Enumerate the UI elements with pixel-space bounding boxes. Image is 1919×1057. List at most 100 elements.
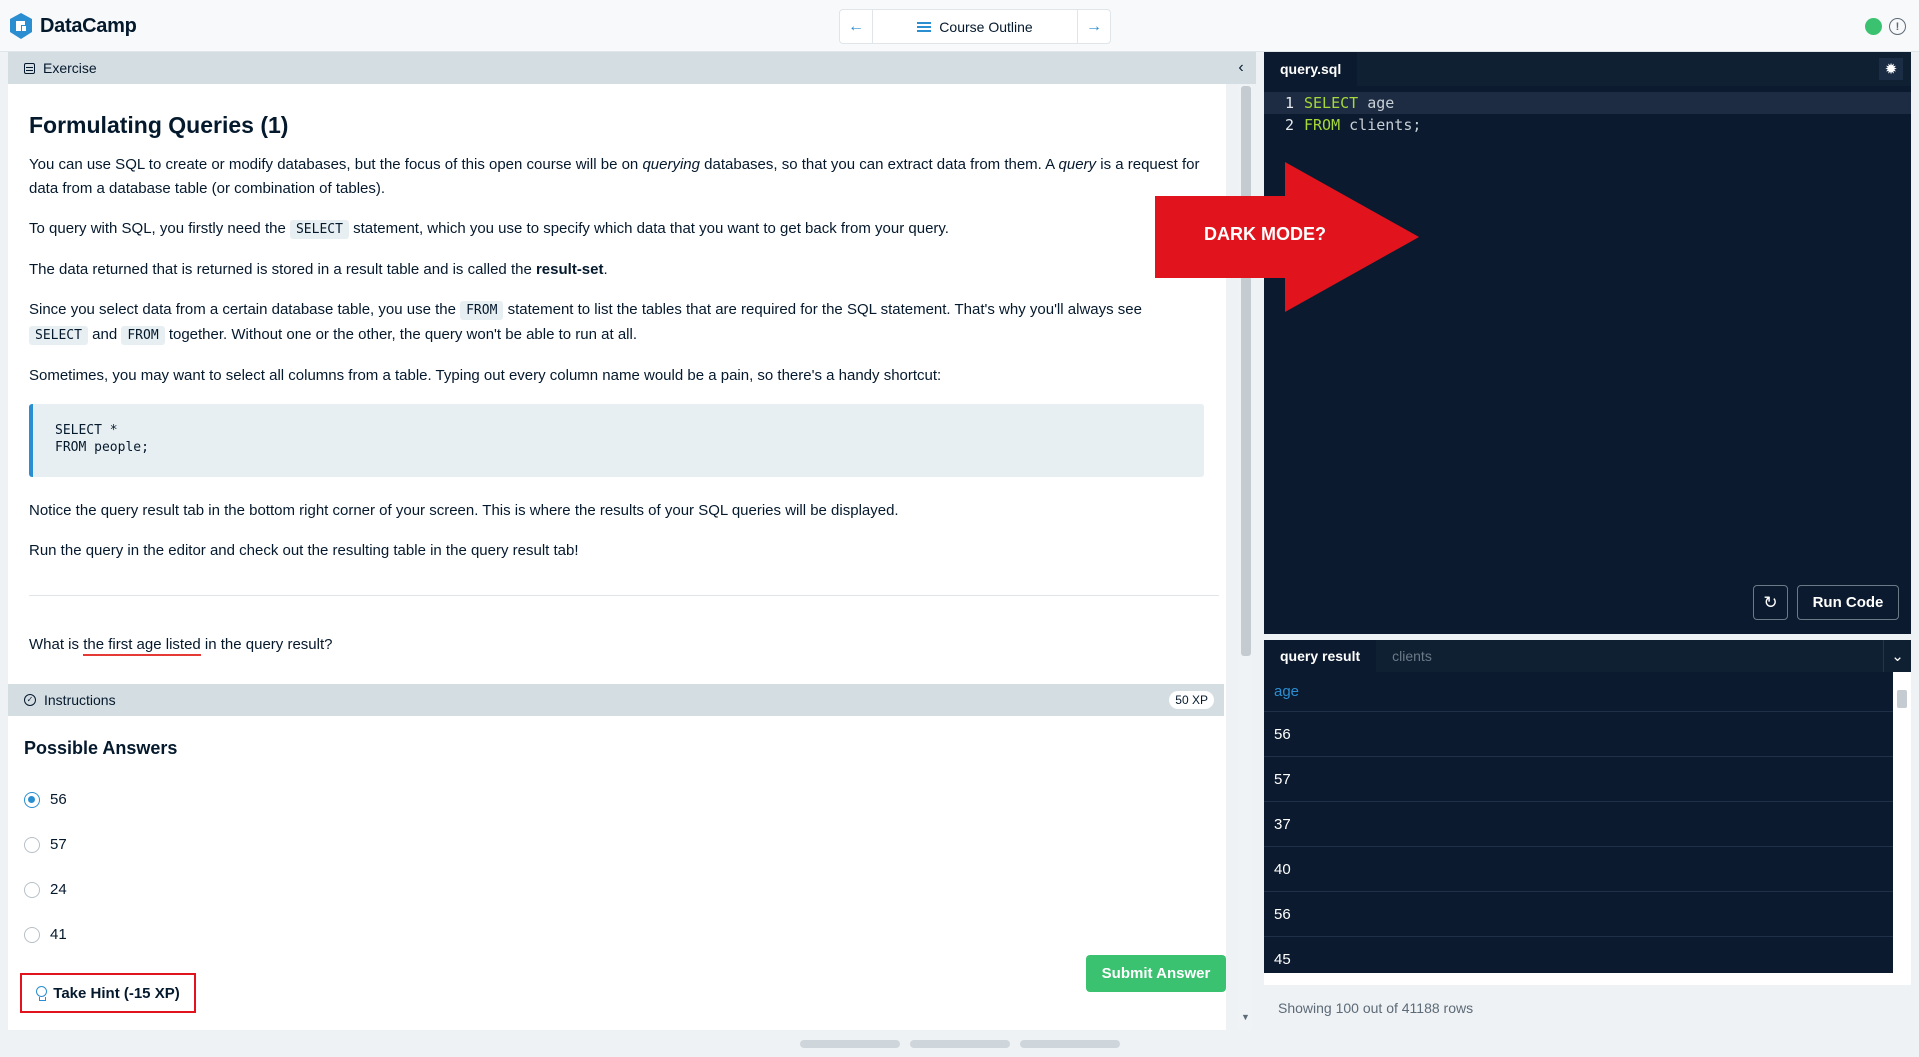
p1-emphasis-querying: querying: [642, 156, 700, 173]
inline-code-from-2: FROM: [121, 326, 165, 345]
datacamp-logo[interactable]: DataCamp: [8, 12, 137, 40]
answer-label: 57: [50, 836, 67, 853]
results-tabs: query result clients ⌄: [1264, 640, 1911, 672]
radio-button[interactable]: [24, 926, 40, 943]
inline-code-select: SELECT: [289, 220, 349, 239]
answer-label: 41: [50, 926, 67, 943]
tab-query-result[interactable]: query result: [1264, 640, 1377, 672]
code-lines[interactable]: 1 SELECT age 2 FROM clients;: [1264, 86, 1911, 136]
paragraph-6: Notice the query result tab in the botto…: [29, 502, 899, 519]
exercise-icon: [24, 62, 35, 74]
arrow-right-icon: →: [1086, 17, 1102, 35]
answer-option[interactable]: 57: [24, 822, 1208, 867]
app-name: DataCamp: [40, 14, 137, 37]
take-hint-button[interactable]: Take Hint (-15 XP): [20, 973, 196, 1013]
p4-text-d: together. Without one or the other, the …: [164, 326, 637, 343]
inline-code-from: FROM: [460, 301, 504, 320]
course-nav: ← Course Outline →: [839, 9, 1111, 44]
code-editor[interactable]: query.sql ✹ 1 SELECT age 2 FROM clients;: [1264, 52, 1911, 634]
p2-text-a: To query with SQL, you firstly need the: [29, 220, 290, 237]
editor-settings-icon[interactable]: ✹: [1879, 58, 1903, 80]
paragraph-3: The data returned that is returned is st…: [29, 258, 1204, 282]
results-scrollbar[interactable]: [1893, 672, 1911, 985]
p3-strong-result-set: result-set: [535, 261, 604, 278]
annotation-label: DARK MODE?: [1204, 224, 1326, 244]
submit-answer-button[interactable]: Submit Answer: [1086, 955, 1226, 992]
scroll-down-icon[interactable]: ▼: [1241, 1012, 1250, 1022]
course-outline-button[interactable]: Course Outline: [873, 10, 1077, 43]
run-code-button[interactable]: Run Code: [1797, 585, 1899, 620]
exercise-content: Formulating Queries (1) You can use SQL …: [8, 84, 1224, 684]
query-results-panel: query result clients ⌄ age 56 57 37 40 5…: [1264, 640, 1911, 985]
code-line[interactable]: 1 SELECT age: [1264, 92, 1911, 114]
reset-icon: ↻: [1763, 592, 1778, 612]
p1-text-b: databases, so that you can extract data …: [699, 156, 1059, 173]
reset-code-button[interactable]: ↻: [1753, 585, 1788, 620]
table-row: 37: [1264, 802, 1893, 847]
answer-option[interactable]: 24: [24, 867, 1208, 912]
radio-button[interactable]: [24, 791, 40, 808]
answer-label: 24: [50, 881, 67, 898]
status-indicator: [1865, 18, 1882, 35]
results-table: age 56 57 37 40 56 45: [1264, 672, 1893, 982]
table-row: 57: [1264, 757, 1893, 802]
line-number: 1: [1284, 94, 1294, 112]
menu-icon: [917, 21, 932, 32]
table-row: 40: [1264, 847, 1893, 892]
resize-handle[interactable]: [910, 1040, 1010, 1048]
question-text-b: in the query result?: [200, 636, 333, 653]
next-exercise-button[interactable]: →: [1077, 10, 1110, 43]
paragraph-2: To query with SQL, you firstly need the …: [29, 217, 1204, 242]
sql-keyword: SELECT: [1304, 94, 1359, 112]
p1-emphasis-query: query: [1058, 156, 1097, 173]
p3-text-b: .: [603, 261, 608, 278]
radio-button[interactable]: [24, 881, 40, 898]
answers-title: Possible Answers: [24, 738, 178, 758]
tab-clients[interactable]: clients: [1376, 640, 1448, 672]
results-horizontal-scrollbar[interactable]: [1264, 973, 1893, 985]
tab-query-sql[interactable]: query.sql: [1264, 52, 1358, 86]
chevron-down-icon[interactable]: ⌄: [1883, 640, 1911, 672]
table-row: 56: [1264, 712, 1893, 757]
top-bar: DataCamp ← Course Outline → !: [0, 0, 1919, 52]
collapse-panel-button[interactable]: ‹: [1226, 52, 1256, 84]
results-scrollbar-thumb[interactable]: [1897, 690, 1907, 708]
code-line[interactable]: 2 FROM clients;: [1264, 114, 1911, 136]
answer-option[interactable]: 56: [24, 777, 1208, 822]
sql-text: age: [1358, 94, 1395, 112]
paragraph-4: Since you select data from a certain dat…: [29, 298, 1204, 348]
sql-keyword: FROM: [1304, 116, 1341, 134]
arrow-left-icon: ←: [848, 17, 864, 35]
inline-code-select-2: SELECT: [29, 326, 88, 345]
p2-text-b: statement, which you use to specify whic…: [348, 220, 949, 237]
divider: [29, 595, 1219, 596]
question-text-a: What is: [29, 636, 84, 653]
answer-option[interactable]: 41: [24, 912, 1208, 957]
xp-badge: 50 XP: [1169, 691, 1214, 709]
exercise-title: Formulating Queries (1): [29, 112, 289, 138]
exercise-header: Exercise: [8, 52, 1226, 84]
column-header-age[interactable]: age: [1264, 672, 1893, 712]
answer-label: 56: [50, 791, 67, 808]
prev-exercise-button[interactable]: ←: [840, 10, 873, 43]
datacamp-logo-icon: [10, 13, 32, 39]
course-outline-label: Course Outline: [939, 18, 1033, 35]
p4-text-b: statement to list the tables that are re…: [503, 301, 1142, 318]
exercise-header-label: Exercise: [43, 60, 97, 76]
results-footer: Showing 100 out of 41188 rows: [1278, 1000, 1474, 1016]
alert-icon[interactable]: !: [1889, 18, 1906, 35]
resize-handle[interactable]: [800, 1040, 900, 1048]
resize-handles: [800, 1040, 1120, 1048]
lightbulb-icon: [36, 985, 48, 1001]
instructions-header: ✓ Instructions 50 XP: [8, 684, 1224, 716]
take-hint-label: Take Hint (-15 XP): [53, 984, 180, 1002]
p1-text-a: You can use SQL to create or modify data…: [29, 156, 643, 173]
line-number: 2: [1284, 116, 1294, 134]
table-row: 56: [1264, 892, 1893, 937]
radio-button[interactable]: [24, 836, 40, 853]
editor-tabs: query.sql: [1264, 52, 1911, 86]
question-underlined: the first age listed: [83, 636, 201, 656]
resize-handle[interactable]: [1020, 1040, 1120, 1048]
p4-text-a: Since you select data from a certain dat…: [29, 301, 461, 318]
p4-text-c: and: [87, 326, 122, 343]
